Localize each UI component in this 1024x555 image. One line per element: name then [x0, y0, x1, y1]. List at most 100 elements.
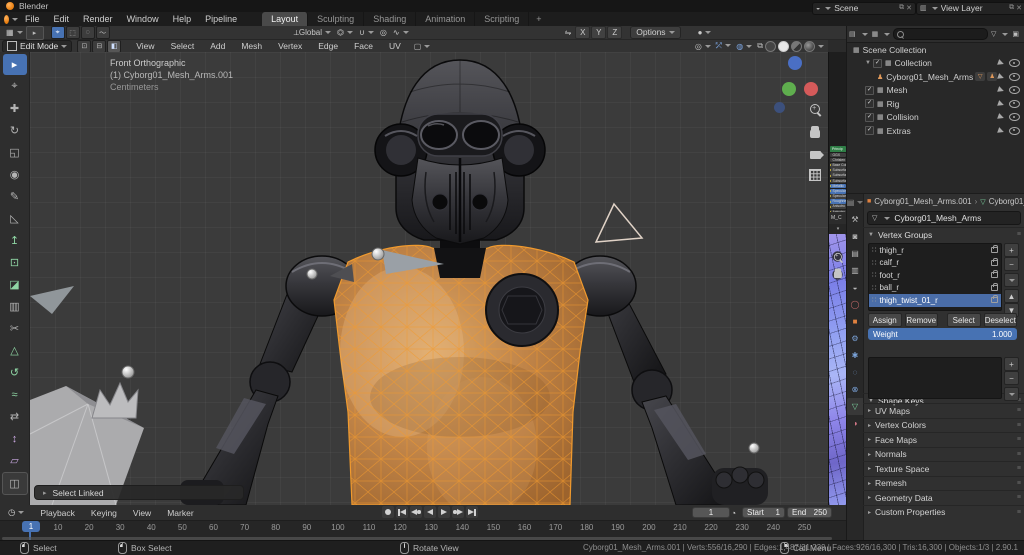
- end-frame-field[interactable]: End 250: [787, 507, 832, 518]
- image-zoom-icon[interactable]: +: [832, 251, 842, 261]
- select-mode-lasso-icon[interactable]: 〜: [96, 26, 110, 39]
- image-pan-hand-icon[interactable]: [832, 269, 842, 279]
- breadcrumb-object[interactable]: Cyborg01_Mesh_Arms.001: [874, 197, 971, 206]
- remove-layer-icon[interactable]: ✕: [1016, 4, 1022, 12]
- lock-icon[interactable]: [991, 247, 998, 253]
- tab-sculpting[interactable]: Sculpting: [308, 12, 364, 26]
- shading-wireframe-icon[interactable]: [765, 41, 776, 52]
- face-select-icon[interactable]: ◧: [107, 40, 121, 53]
- lock-icon[interactable]: [991, 297, 998, 303]
- gizmo-dropdown-icon[interactable]: ⤱: [716, 41, 731, 51]
- panel-uv-maps[interactable]: ▸UV Maps≡: [863, 403, 1024, 418]
- breadcrumb-data[interactable]: Cyborg01_M: [989, 197, 1024, 206]
- xray-toggle-icon[interactable]: ⧉: [757, 41, 763, 51]
- active-tool-icon[interactable]: ▸: [26, 26, 44, 40]
- shader-editor-type-icon[interactable]: ●: [695, 27, 715, 38]
- selectable-icon[interactable]: [997, 59, 1005, 67]
- hide-viewport-icon[interactable]: [1009, 86, 1020, 94]
- vertex-group-ball_r[interactable]: ∷ball_r: [869, 282, 1001, 295]
- timeline-ruler[interactable]: 1020304050607080901001101201301401501601…: [0, 521, 846, 541]
- display-mode-icon[interactable]: ▤: [849, 30, 856, 38]
- panel-geometry-data[interactable]: ▸Geometry Data≡: [863, 490, 1024, 505]
- use-preview-range-icon[interactable]: ◔: [731, 508, 736, 518]
- vertex-group-thigh_twist_01_r[interactable]: ∷thigh_twist_01_r: [869, 294, 1001, 307]
- mirror-x-button[interactable]: X: [575, 26, 590, 39]
- hide-viewport-icon[interactable]: [1009, 113, 1020, 121]
- timeline-menu-keying[interactable]: Keying: [83, 508, 125, 518]
- vertex-groups-list[interactable]: ∷thigh_r∷calf_r∷foot_r∷ball_r∷thigh_twis…: [868, 243, 1002, 311]
- hide-viewport-icon[interactable]: [1009, 100, 1020, 108]
- measure-tool-icon[interactable]: ◺: [3, 208, 27, 229]
- menu-help[interactable]: Help: [166, 12, 199, 26]
- uv-image-editor[interactable]: +: [829, 234, 847, 505]
- zoom-icon[interactable]: +: [806, 100, 824, 118]
- selectable-icon[interactable]: [997, 100, 1005, 108]
- new-layer-icon[interactable]: ⧉: [1009, 4, 1014, 12]
- panel-custom-properties[interactable]: ▸Custom Properties≡: [863, 505, 1024, 520]
- shading-material-icon[interactable]: [791, 41, 802, 52]
- poly-build-tool-icon[interactable]: △: [3, 340, 27, 361]
- selectable-icon[interactable]: [997, 73, 1005, 81]
- play-reverse-button[interactable]: [424, 506, 436, 518]
- select-mode-box-icon[interactable]: ⬚: [66, 26, 80, 39]
- cursor-tool-icon[interactable]: ⌖: [3, 76, 27, 97]
- annotate-tool-icon[interactable]: ✎: [3, 186, 27, 207]
- loop-cut-tool-icon[interactable]: ▥: [3, 296, 27, 317]
- menu-file[interactable]: File: [18, 12, 47, 26]
- outliner-search-input[interactable]: [893, 28, 988, 40]
- vertex-select-icon[interactable]: ⊡: [77, 40, 91, 53]
- next-keyframe-button[interactable]: [452, 506, 464, 518]
- knife-tool-icon[interactable]: ✂: [3, 318, 27, 339]
- socket-subsurfa[interactable]: Subsurfa: [830, 173, 846, 178]
- vertex-groups-panel-header[interactable]: ▼ Vertex Groups ≡: [863, 227, 1024, 241]
- menu-window[interactable]: Window: [120, 12, 166, 26]
- menu-edit[interactable]: Edit: [47, 12, 77, 26]
- new-collection-icon[interactable]: ▣: [1012, 30, 1019, 38]
- properties-editor-type-icon[interactable]: ▤: [847, 194, 863, 211]
- filter-funnel-icon[interactable]: ▽: [991, 30, 996, 38]
- vertex-group-foot_r[interactable]: ∷foot_r: [869, 269, 1001, 282]
- collection-checkbox[interactable]: ✓: [865, 113, 874, 122]
- blender-app-menu-icon[interactable]: [4, 14, 18, 24]
- hide-viewport-icon[interactable]: [1009, 59, 1020, 67]
- shape-keys-list[interactable]: [868, 357, 1002, 399]
- editor-type-icon[interactable]: ▦: [3, 27, 26, 38]
- socket-metallic[interactable]: Metallic: [830, 184, 846, 189]
- socket-specular[interactable]: Specular: [830, 189, 846, 194]
- properties-tab-modifiers-icon[interactable]: ⚙: [847, 330, 863, 347]
- axis-y-icon[interactable]: [782, 82, 796, 96]
- panel-face-maps[interactable]: ▸Face Maps≡: [863, 432, 1024, 447]
- panel-remesh[interactable]: ▸Remesh≡: [863, 476, 1024, 491]
- remove-vertex-group-button[interactable]: −: [1004, 257, 1019, 271]
- transform-orientation-dropdown[interactable]: ⟂ Global: [291, 27, 334, 38]
- pan-hand-icon[interactable]: [806, 124, 824, 142]
- node-header[interactable]: Princip: [830, 146, 846, 152]
- axis-x-icon[interactable]: [804, 82, 818, 96]
- outliner-row-collision[interactable]: ✓▦Collision: [847, 111, 1024, 125]
- mirror-y-button[interactable]: Y: [591, 26, 606, 39]
- weight-slider[interactable]: Weight 1.000: [868, 328, 1017, 340]
- remove-shape-key-button[interactable]: −: [1004, 371, 1019, 385]
- proportional-falloff-icon[interactable]: ∿: [390, 27, 412, 38]
- axis-z-icon[interactable]: [788, 56, 802, 70]
- camera-view-icon[interactable]: [806, 146, 824, 164]
- play-button[interactable]: [438, 506, 450, 518]
- outliner-row-cyborg01-mesh-arms[interactable]: ♟Cyborg01_Mesh_Arms▽♟: [847, 70, 1024, 84]
- snap-magnet-icon[interactable]: ∪: [356, 27, 377, 38]
- properties-tab-world-icon[interactable]: ◯: [847, 296, 863, 313]
- tab-layout[interactable]: Layout: [262, 12, 308, 26]
- start-frame-field[interactable]: Start 1: [742, 507, 785, 518]
- viewport-menu-vertex[interactable]: Vertex: [270, 40, 310, 52]
- operator-panel[interactable]: ▸ Select Linked: [34, 485, 244, 500]
- viewport-menu-view[interactable]: View: [128, 40, 162, 52]
- options-dropdown[interactable]: Options: [630, 26, 680, 39]
- properties-tab-view-layer-icon[interactable]: ▥: [847, 262, 863, 279]
- properties-tab-object-icon[interactable]: ■: [847, 313, 863, 330]
- selectable-icon[interactable]: [997, 86, 1005, 94]
- scene-selector[interactable]: ◒ Scene ⧉ ✕: [812, 2, 916, 15]
- select-mode-tweak-icon[interactable]: ⌖: [51, 26, 65, 39]
- socket-base-col[interactable]: Base Col: [830, 163, 846, 168]
- select-button[interactable]: Select: [947, 313, 981, 327]
- collection-checkbox[interactable]: ✓: [865, 99, 874, 108]
- lock-icon[interactable]: [991, 285, 998, 291]
